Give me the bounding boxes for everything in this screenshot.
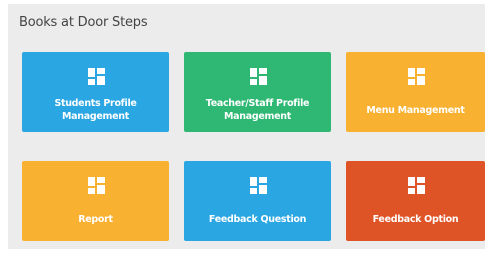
report-tile[interactable]: Report [22,161,169,241]
grid-icon [407,68,425,85]
page-title: Books at Door Steps [19,15,148,30]
tile-label: Students Profile Management [26,97,165,123]
tile-label-line: Management [224,111,291,122]
tile-label: Teacher/Staff Profile Management [188,97,327,123]
tile-label-line: Teacher/Staff Profile [205,98,310,109]
tile-label: Feedback Option [372,214,459,225]
grid-icon [87,177,105,194]
tile-label: Feedback Question [208,214,307,225]
tile-label: Report [78,214,113,225]
tile-label: Menu Management [366,105,465,116]
feedback-question-tile[interactable]: Feedback Question [184,161,331,241]
teacher-staff-profile-management-tile[interactable]: Teacher/Staff Profile Management [184,52,331,132]
grid-icon [87,68,105,85]
menu-management-tile[interactable]: Menu Management [346,52,485,132]
feedback-option-tile[interactable]: Feedback Option [346,161,485,241]
grid-icon [249,177,267,194]
tile-label-line: Students Profile [54,98,137,109]
grid-icon [407,177,425,194]
grid-icon [249,68,267,85]
students-profile-management-tile[interactable]: Students Profile Management [22,52,169,132]
tile-label-line: Management [62,111,129,122]
